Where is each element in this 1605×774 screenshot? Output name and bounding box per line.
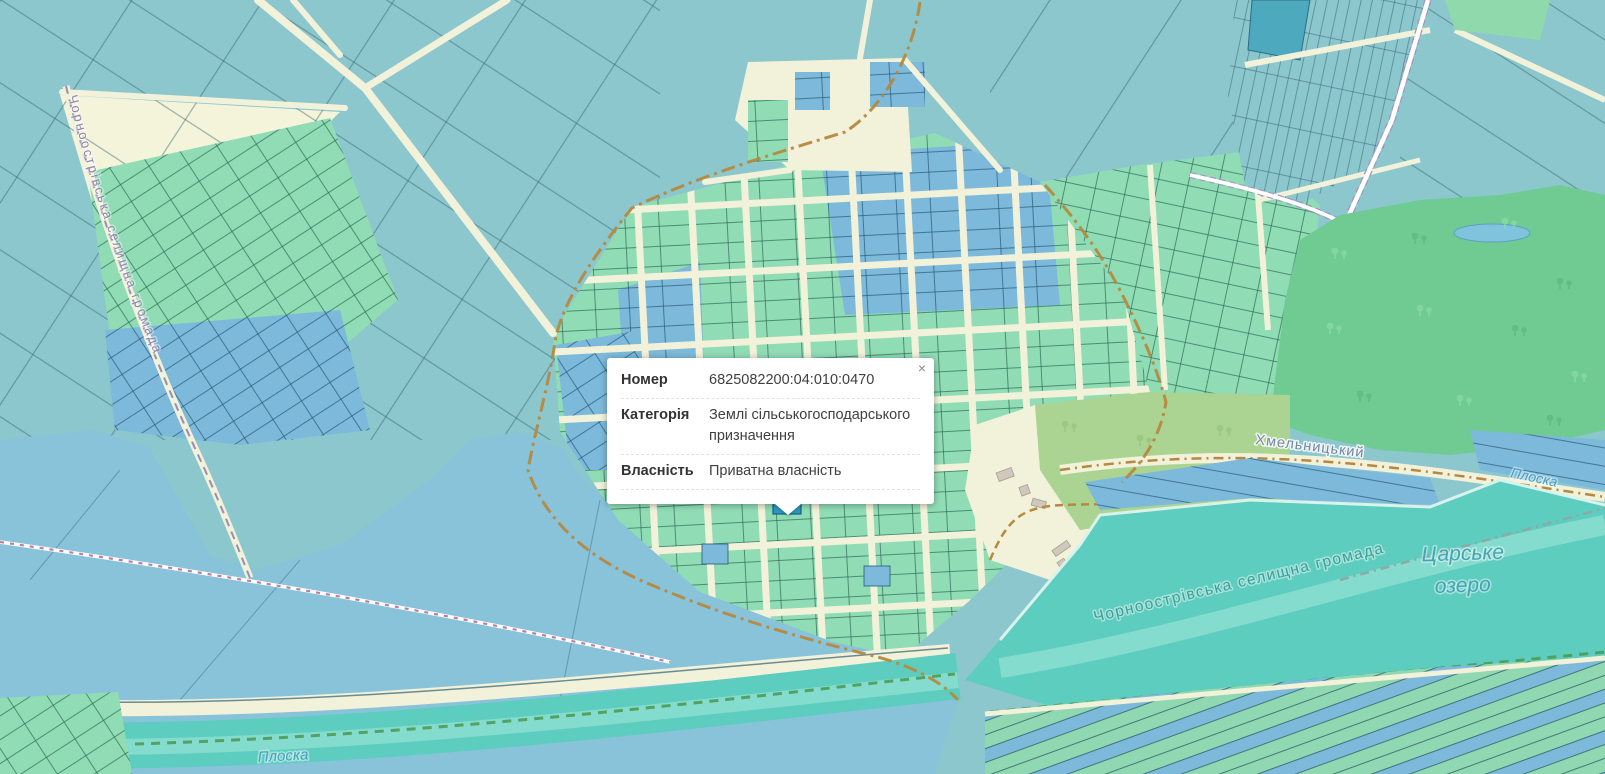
river-label-left: Плоска xyxy=(257,746,308,766)
cadastral-map-view: Чорноострівська селищна громада Хмельниц… xyxy=(0,0,1605,774)
close-icon[interactable]: × xyxy=(918,360,926,376)
lake-name-line1: Царське xyxy=(1421,541,1504,567)
cells-blue-top2 xyxy=(795,72,830,110)
parcels-bottom-left xyxy=(0,692,132,774)
parcel-info-popup: × Номер 6825082200:04:010:0470 Категорія… xyxy=(607,358,934,504)
popup-pointer xyxy=(775,504,801,515)
popup-row-number: Номер 6825082200:04:010:0470 xyxy=(621,364,920,399)
forest-pond xyxy=(1454,224,1530,242)
parcel-dark-teal xyxy=(1248,0,1310,60)
popup-value-number: 6825082200:04:010:0470 xyxy=(709,370,920,391)
popup-label-ownership: Власність xyxy=(621,461,709,482)
popup-value-category: Землі сільськогосподарського призначення xyxy=(709,405,920,447)
popup-value-ownership: Приватна власність xyxy=(709,461,920,482)
lake-name-line2: озеро xyxy=(1434,573,1491,598)
popup-row-ownership: Власність Приватна власність xyxy=(621,455,920,490)
popup-row-category: Категорія Землі сільськогосподарського п… xyxy=(621,399,920,455)
popup-label-category: Категорія xyxy=(621,405,709,447)
popup-label-number: Номер xyxy=(621,370,709,391)
